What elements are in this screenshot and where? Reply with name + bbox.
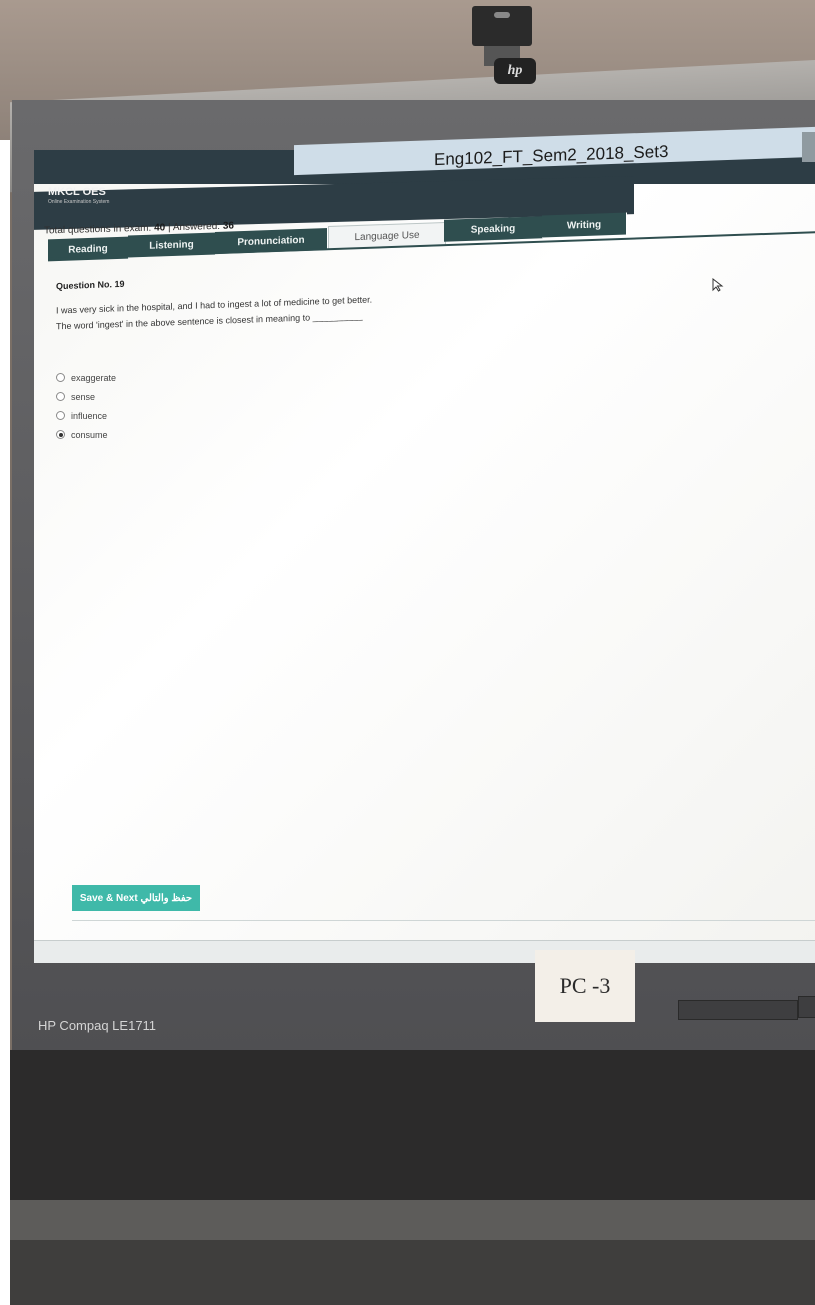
option-label: consume [71,429,108,440]
option-sense[interactable]: sense [56,387,116,406]
webcam-icon [472,6,532,46]
option-exaggerate[interactable]: exaggerate [56,368,116,387]
desk-surface [10,1050,815,1200]
hp-logo: hp [494,58,536,84]
footer-divider [72,920,815,921]
radio-icon[interactable] [56,392,65,401]
option-label: sense [71,391,96,402]
monitor-model: HP Compaq LE1711 [38,1018,157,1033]
desk-edge [10,1200,815,1240]
monitor-power-button[interactable] [798,996,815,1018]
answer-options: exaggerate sense influence consume [56,368,116,444]
option-consume[interactable]: consume [56,425,116,444]
question-number: Question No. 19 [56,278,125,292]
photo-edge [0,0,10,1305]
radio-selected-icon[interactable] [56,430,65,439]
save-next-button[interactable]: Save & Next حفظ والتالي [72,885,200,911]
option-label: exaggerate [71,372,117,383]
option-label: influence [71,410,108,421]
tab-speaking[interactable]: Speaking [444,216,543,242]
option-influence[interactable]: influence [56,406,116,425]
tab-writing[interactable]: Writing [542,212,627,238]
screen: Eng102_FT_Sem2_2018_Set3 MKCL OES Online… [34,126,815,963]
floor [10,1240,815,1305]
radio-icon[interactable] [56,411,65,420]
side-panel-tab[interactable] [802,132,815,162]
pc-label-sticker: PC -3 [535,950,635,1022]
section-tabs: Reading Listening Pronunciation Language… [48,168,648,288]
footer-bar [34,940,815,963]
radio-icon[interactable] [56,373,65,382]
monitor-buttons[interactable] [678,1000,798,1020]
mouse-cursor-icon [712,278,724,292]
